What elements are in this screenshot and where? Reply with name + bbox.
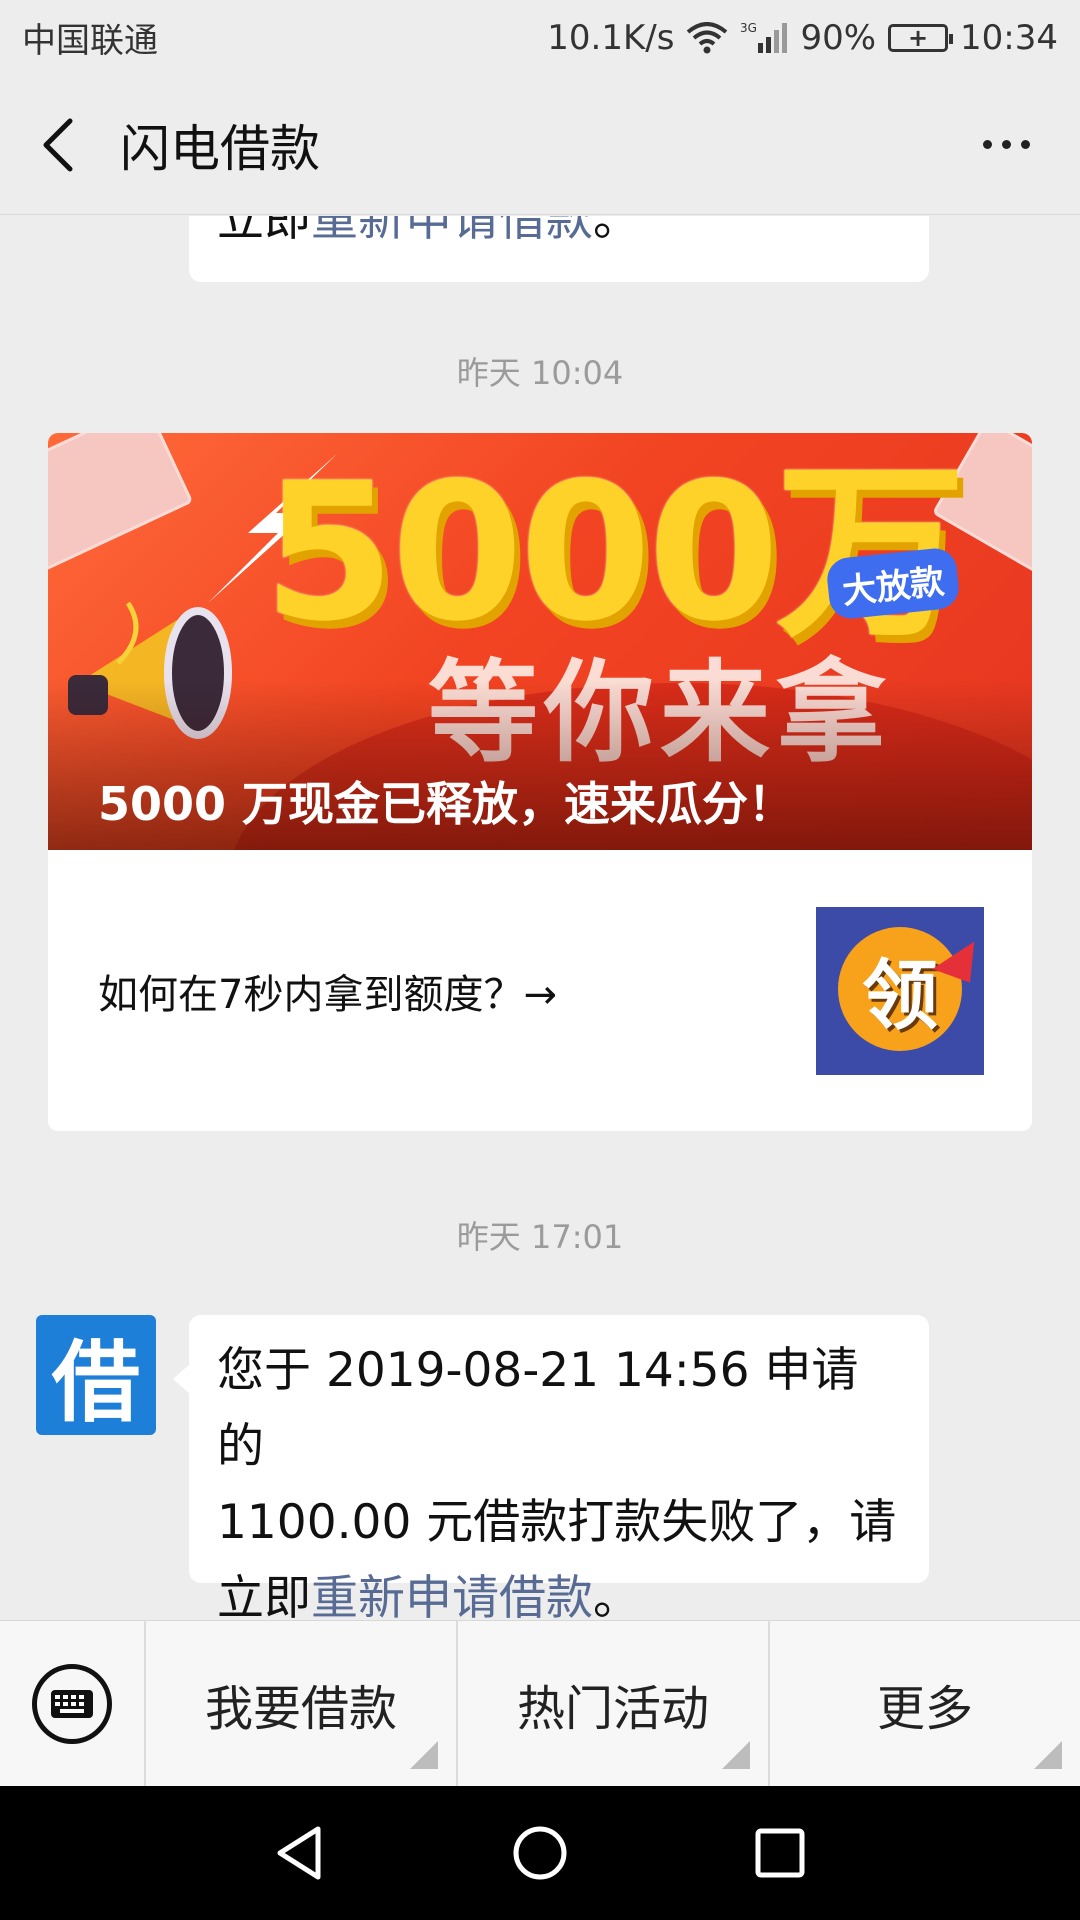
menu-item-borrow[interactable]: 我要借款 bbox=[146, 1620, 458, 1787]
back-arrow-icon[interactable] bbox=[40, 110, 90, 180]
message-text: 。 bbox=[593, 1571, 640, 1620]
signal-icon: 3G bbox=[740, 21, 788, 55]
avatar[interactable]: 借 bbox=[36, 1315, 156, 1435]
message-line: 1100.00 元借款打款失败了，请 bbox=[217, 1495, 897, 1550]
money-bill-icon bbox=[48, 433, 194, 574]
article-title: 5000 万现金已释放，速来瓜分！ bbox=[98, 777, 795, 831]
reapply-link[interactable]: 重新申请借款 bbox=[311, 1571, 593, 1620]
article-sub-title: 如何在7秒内拿到额度？→ bbox=[98, 971, 557, 1018]
battery-icon: + bbox=[888, 23, 954, 52]
network-speed: 10.1K/s bbox=[547, 17, 675, 58]
clock: 10:34 bbox=[960, 17, 1058, 58]
network-type-label: 3G bbox=[740, 21, 757, 35]
message-line: 立即重新申请借款。 bbox=[217, 1561, 901, 1620]
submenu-indicator-icon bbox=[1034, 1740, 1062, 1769]
avatar-text: 借 bbox=[51, 1330, 140, 1434]
carrier-name: 中国联通 bbox=[22, 21, 158, 61]
message-bubble: 您于 2019-08-21 14:56 申请的 1100.00 元借款打款失败了… bbox=[173, 1315, 929, 1620]
timestamp: 昨天 10:04 bbox=[456, 354, 624, 392]
article-banner[interactable]: 5000万 大放款 等你来拿 5000 万现金已释放，速来瓜分！ bbox=[48, 433, 1032, 850]
message-text: 立即 bbox=[217, 1571, 311, 1620]
menu-item-label: 热门活动 bbox=[516, 1680, 709, 1737]
nav-home-icon[interactable] bbox=[510, 1823, 570, 1883]
article-card[interactable]: 5000万 大放款 等你来拿 5000 万现金已释放，速来瓜分！ 如何在7秒内拿… bbox=[48, 433, 1032, 1131]
system-nav-bar bbox=[0, 1786, 1080, 1920]
menu-item-more[interactable]: 更多 bbox=[770, 1621, 1080, 1787]
wifi-icon bbox=[686, 21, 728, 54]
menu-item-events[interactable]: 热门活动 bbox=[458, 1620, 770, 1787]
battery-percent: 90% bbox=[800, 17, 877, 58]
nav-recents-icon[interactable] bbox=[750, 1823, 810, 1883]
bubble-tail bbox=[173, 1363, 191, 1395]
page-title: 闪电借款 bbox=[120, 119, 320, 178]
menu-item-label: 我要借款 bbox=[204, 1680, 397, 1737]
message-line: 您于 2019-08-21 14:56 申请的 bbox=[217, 1343, 859, 1474]
menu-item-label: 更多 bbox=[876, 1680, 973, 1737]
keyboard-toggle-button[interactable] bbox=[0, 1620, 146, 1787]
article-sub-item[interactable]: 如何在7秒内拿到额度？→ 领 bbox=[48, 850, 1032, 1131]
message-text: 。 bbox=[593, 216, 640, 247]
message-bubble-partial: 立即重新申请借款。 bbox=[189, 216, 929, 282]
message-text: 立即 bbox=[217, 216, 311, 247]
banner-headline: 5000万 bbox=[263, 442, 966, 663]
official-account-menu: 我要借款 热门活动 更多 bbox=[0, 1620, 1080, 1787]
status-bar: 中国联通 10.1K/s 3G 90% + 10:34 bbox=[0, 0, 1080, 75]
timestamp: 昨天 17:01 bbox=[456, 1218, 624, 1256]
keyboard-icon bbox=[32, 1663, 112, 1744]
status-indicators: 10.1K/s 3G 90% + 10:34 bbox=[547, 18, 1058, 58]
reapply-link[interactable]: 重新申请借款 bbox=[311, 216, 593, 247]
more-options-icon[interactable] bbox=[973, 120, 1040, 169]
app-header: 闪电借款 bbox=[0, 75, 1080, 215]
nav-back-icon[interactable] bbox=[270, 1823, 330, 1883]
submenu-indicator-icon bbox=[410, 1740, 438, 1769]
article-thumbnail: 领 bbox=[816, 906, 984, 1075]
chat-area[interactable]: 立即重新申请借款。 昨天 10:04 5000万 大放款 等你来拿 5000 万… bbox=[0, 216, 1080, 1620]
submenu-indicator-icon bbox=[722, 1740, 750, 1769]
